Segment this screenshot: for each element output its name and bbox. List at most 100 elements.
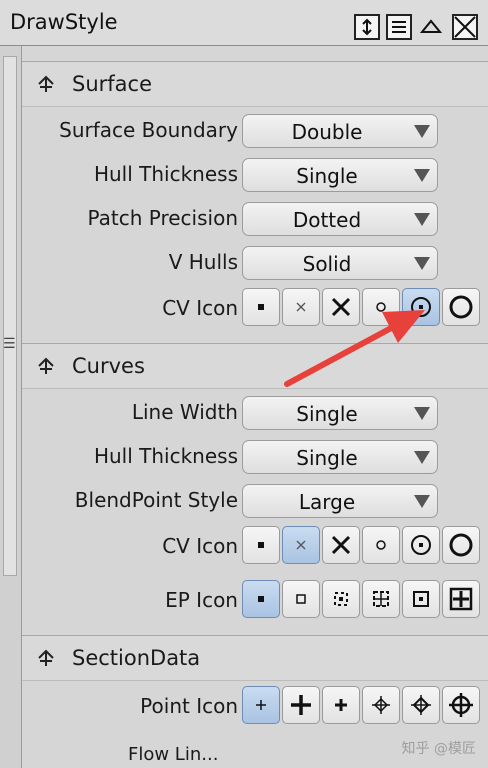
small-square-icon (258, 304, 264, 310)
crosshair-circle-icon (449, 693, 473, 717)
close-icon (454, 16, 476, 38)
curves-hull-thickness-dropdown[interactable]: Single (242, 440, 438, 474)
cv-icon-option-large-circle[interactable] (442, 526, 480, 564)
ep-icon-label: EP Icon (165, 588, 238, 612)
dot-square-icon (413, 591, 429, 607)
surface-cv-icon-row (242, 288, 482, 326)
chevron-down-icon (414, 169, 430, 182)
section-title: Surface (72, 72, 153, 96)
point-icon-row (242, 686, 482, 724)
cv-icon-option-small-x[interactable] (282, 526, 320, 564)
point-icon-option-large-plus[interactable] (282, 686, 320, 724)
chevron-down-icon (414, 125, 430, 138)
cv-icon-option-large-circle[interactable] (442, 288, 480, 326)
cv-icon-option-circle-dot[interactable] (402, 526, 440, 564)
cross-square-icon (373, 591, 389, 607)
large-x-icon (331, 297, 351, 317)
small-circle-icon (376, 302, 386, 312)
curves-cv-icon-row (242, 526, 482, 564)
small-circle-icon (376, 540, 386, 550)
title-bar: DrawStyle (0, 0, 488, 46)
point-icon-option-crosshair-medium[interactable] (402, 686, 440, 724)
hull-thickness-dropdown[interactable]: Single (242, 158, 438, 192)
large-plus-icon (291, 695, 311, 715)
dropdown-value: Single (296, 164, 358, 188)
chevron-down-icon (414, 407, 430, 420)
dropdown-value: Large (298, 490, 356, 514)
window-title: DrawStyle (10, 10, 118, 34)
line-width-label: Line Width (131, 400, 238, 424)
close-button[interactable] (452, 14, 478, 40)
cv-icon-option-small-circle[interactable] (362, 526, 400, 564)
point-icon-option-crosshair-large[interactable] (442, 686, 480, 724)
circle-dot-icon (411, 297, 431, 317)
cv-icon-option-small-x[interactable] (282, 288, 320, 326)
curves-hull-thickness-label: Hull Thickness (93, 444, 238, 468)
small-x-icon (296, 540, 306, 550)
blendpoint-style-dropdown[interactable]: Large (242, 484, 438, 518)
small-x-icon (296, 302, 306, 312)
bold-plus-icon (335, 699, 347, 711)
section-header-curves[interactable]: Curves (22, 343, 488, 389)
large-x-icon (331, 535, 351, 555)
ep-icon-option-plus-square[interactable] (442, 580, 480, 618)
list-menu-icon (392, 21, 406, 33)
v-hulls-label: V Hulls (168, 250, 238, 274)
dropdown-value: Dotted (292, 208, 362, 232)
section-header-sectiondata[interactable]: SectionData (22, 635, 488, 681)
large-circle-icon (449, 533, 473, 557)
collapse-button[interactable] (418, 14, 444, 40)
dropdown-value: Solid (302, 252, 352, 276)
circle-dot-icon (411, 535, 431, 555)
collapse-up-icon (420, 19, 442, 33)
chevron-down-icon (414, 213, 430, 226)
ep-icon-option-dot[interactable] (242, 580, 280, 618)
point-icon-option-bold-plus[interactable] (322, 686, 360, 724)
cv-icon-option-dot[interactable] (242, 288, 280, 326)
section-title: Curves (72, 354, 145, 378)
dropdown-value: Double (291, 120, 363, 144)
cv-icon-option-circle-dot[interactable] (402, 288, 440, 326)
resize-vertical-button[interactable] (354, 14, 380, 40)
ep-icon-option-cross-square[interactable] (362, 580, 400, 618)
blendpoint-style-label: BlendPoint Style (74, 488, 238, 512)
collapse-section-icon[interactable] (36, 648, 56, 668)
section-title: SectionData (72, 646, 201, 670)
hollow-square-icon (296, 594, 306, 604)
curves-cv-icon-label: CV Icon (162, 534, 238, 558)
chevron-down-icon (414, 257, 430, 270)
cv-icon-option-dot[interactable] (242, 526, 280, 564)
cv-icon-option-large-x[interactable] (322, 526, 360, 564)
dropdown-value: Single (296, 446, 358, 470)
collapse-section-icon[interactable] (36, 356, 56, 376)
rail-scroll-track[interactable] (3, 56, 17, 576)
cv-icon-option-small-circle[interactable] (362, 288, 400, 326)
list-menu-button[interactable] (386, 14, 412, 40)
patch-precision-label: Patch Precision (87, 206, 238, 230)
small-square-icon (258, 596, 264, 602)
point-icon-option-small-plus[interactable] (242, 686, 280, 724)
dropdown-value: Single (296, 402, 358, 426)
cv-icon-option-large-x[interactable] (322, 288, 360, 326)
left-rail: ☰ (0, 46, 22, 768)
surface-boundary-dropdown[interactable]: Double (242, 114, 438, 148)
ep-icon-row (242, 580, 482, 618)
chevron-down-icon (414, 451, 430, 464)
small-plus-icon (256, 700, 266, 710)
resize-vertical-icon (362, 18, 372, 36)
ep-icon-option-hollow-square[interactable] (282, 580, 320, 618)
small-square-icon (258, 542, 264, 548)
point-icon-option-crosshair-small[interactable] (362, 686, 400, 724)
v-hulls-dropdown[interactable]: Solid (242, 246, 438, 280)
crosshair-diamond-icon (372, 696, 390, 714)
patch-precision-dropdown[interactable]: Dotted (242, 202, 438, 236)
surface-boundary-label: Surface Boundary (59, 118, 238, 142)
ep-icon-option-dot-square[interactable] (402, 580, 440, 618)
hull-thickness-label: Hull Thickness (93, 162, 238, 186)
surface-cv-icon-label: CV Icon (162, 296, 238, 320)
ep-icon-option-corner-square[interactable] (322, 580, 360, 618)
section-header-surface[interactable]: Surface (22, 61, 488, 107)
line-width-dropdown[interactable]: Single (242, 396, 438, 430)
grip-icon[interactable]: ☰ (3, 336, 16, 352)
collapse-section-icon[interactable] (36, 74, 56, 94)
